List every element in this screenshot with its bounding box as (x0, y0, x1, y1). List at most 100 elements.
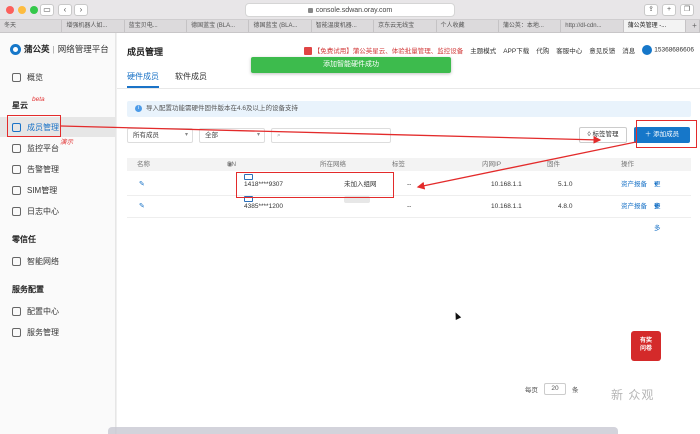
tag-value: -- (407, 181, 412, 188)
brand-subtitle: 网络管理平台 (57, 44, 109, 54)
gift-icon (303, 47, 312, 56)
sidebar-section-service: 服务配置 (12, 285, 44, 294)
watermark: 新 众观 (611, 388, 655, 402)
asset-report-link[interactable]: 资产报备 (621, 174, 647, 196)
edit-icon[interactable]: ✎ (139, 174, 145, 196)
sidebar-item-label: 服务管理 (27, 327, 59, 337)
brand-name: 蒲公英 (24, 44, 50, 54)
forward-icon[interactable]: › (74, 4, 88, 16)
sidebar-item-alerts[interactable]: 告警管理 (0, 159, 116, 179)
sidebar-item-logs[interactable]: 日志中心 (0, 201, 116, 221)
main-content: 成员管理 【免费试用】蒲公英星云、体验批量管理、监控设备 主题模式 APP下载 … (117, 33, 700, 434)
browser-tab[interactable]: 冬天 (0, 20, 63, 32)
sidebar-item-sim[interactable]: SIM管理 (0, 180, 116, 200)
purchase-link[interactable]: 代购 (536, 45, 549, 55)
tabs-divider (117, 88, 700, 89)
table-row: ✎ 1418****9307 未加入组网 -- 10.168.1.1 5.1.0… (127, 174, 691, 210)
tab-hardware-members[interactable]: 硬件成员 (127, 71, 159, 88)
table-row: ✎ 4385****1200 -- 10.168.1.1 4.8.0 资产报备 … (127, 196, 691, 232)
ip-value: 10.168.1.1 (491, 203, 522, 210)
sidebar-item-overview[interactable]: 概览 (0, 67, 116, 87)
annotation-box-members (7, 115, 61, 137)
address-bar[interactable]: console.sdwan.oray.com (245, 3, 455, 17)
address-text: console.sdwan.oray.com (315, 7, 393, 14)
sidebar-toggle-icon[interactable]: ▭ (40, 4, 54, 16)
maximize-window-button[interactable] (30, 6, 38, 14)
sidebar-item-smart-network[interactable]: 智能网络 (0, 251, 116, 271)
sidebar: 蒲公英 | 网络管理平台 概览 星云 beta 成员管理 监控平台 演示 告警管… (0, 33, 116, 434)
page-size-select[interactable]: 20 (544, 383, 566, 395)
tag-management-button[interactable]: ◊ 标签管理 (579, 127, 627, 143)
browser-toolbar: ▭ ‹ › console.sdwan.oray.com ⇪ + ❐ (0, 0, 700, 20)
browser-tab[interactable]: 智能温度机器... (312, 20, 375, 32)
page-size-label: 每页 (525, 387, 538, 394)
col-firmware: 固件 (547, 161, 560, 168)
brand-logo[interactable]: 蒲公英 | 网络管理平台 (10, 43, 109, 55)
support-center-link[interactable]: 客服中心 (556, 45, 582, 55)
member-filter-select[interactable]: 所有成员 ▾ (127, 128, 193, 143)
sim-card-icon (12, 185, 21, 195)
survey-line-2: 问卷 (639, 346, 652, 352)
monitor-icon (12, 143, 21, 153)
annotation-box-add (636, 120, 697, 148)
sidebar-item-label: SIM管理 (27, 185, 58, 195)
eye-icon[interactable]: ◉ (227, 158, 233, 171)
browser-tab[interactable]: 个人收藏 (437, 20, 499, 32)
tab-bar: 冬天 增强机器人如... 蓝宝贝电... 德国蓝宝 (BLA... 德国蓝宝 (… (0, 20, 700, 33)
col-actions: 操作 (621, 161, 634, 168)
sidebar-section-star: 星云 (12, 101, 28, 110)
avatar (642, 45, 653, 56)
browser-tab[interactable]: 增强机器人如... (62, 20, 125, 32)
sidebar-item-label: 监控平台 (27, 143, 59, 153)
sidebar-item-service-management[interactable]: 服务管理 (0, 322, 116, 342)
status-filter-select[interactable]: 全部 ▾ (199, 128, 265, 143)
tag-value: -- (407, 203, 412, 210)
promo-link[interactable]: 【免费试用】蒲公英星云、体验批量管理、监控设备 (303, 45, 463, 56)
sidebar-item-monitor[interactable]: 监控平台 (0, 138, 116, 158)
sidebar-item-label: 智能网络 (27, 256, 59, 266)
new-tab-icon[interactable]: + (662, 4, 676, 16)
browser-actions: ⇪ + ❐ (644, 4, 694, 16)
browser-tab[interactable]: 蓝宝贝电... (125, 20, 188, 32)
browser-tab-active[interactable]: 蒲公英管理 -... (623, 20, 686, 32)
edit-icon[interactable]: ✎ (139, 196, 145, 218)
add-tab-icon[interactable]: + (686, 20, 700, 32)
page-size-unit: 条 (572, 387, 579, 394)
theme-mode-link[interactable]: 主题模式 (470, 45, 496, 55)
search-input[interactable]: ⌕ (271, 128, 391, 143)
close-window-button[interactable] (6, 6, 14, 14)
ip-value: 10.168.1.1 (491, 181, 522, 188)
app-download-link[interactable]: APP下载 (503, 45, 529, 55)
tab-software-members[interactable]: 软件成员 (175, 71, 207, 88)
chevron-down-icon: ▾ (184, 132, 188, 138)
pagination: 每页 20 条 (525, 383, 579, 395)
sidebar-item-label: 配置中心 (27, 306, 59, 316)
browser-tab[interactable]: 京东云无线宝 (374, 20, 437, 32)
messages-link[interactable]: 消息 (622, 45, 635, 55)
sidebar-item-config-center[interactable]: 配置中心 (0, 301, 116, 321)
info-notice: i 导入配置功能需硬件固件版本在4.6及以上的设备支持 (127, 101, 691, 117)
browser-tab[interactable]: 德国蓝宝 (BLA... (187, 20, 250, 32)
survey-float-button[interactable]: 有奖 问卷 (631, 331, 661, 361)
feedback-link[interactable]: 意见反馈 (589, 45, 615, 55)
chevron-down-icon: ▾ (256, 132, 260, 138)
search-icon: ⌕ (277, 132, 281, 139)
share-icon[interactable]: ⇪ (644, 4, 658, 16)
dandelion-logo-icon (10, 43, 21, 55)
user-menu[interactable]: 15368686606 (642, 45, 694, 56)
back-icon[interactable]: ‹ (58, 4, 72, 16)
lock-icon (307, 7, 313, 13)
tag-icon: ◊ (587, 131, 591, 138)
firmware-value: 5.1.0 (558, 181, 573, 188)
asset-report-link[interactable]: 资产报备 (621, 196, 647, 218)
home-icon (12, 72, 21, 82)
browser-tab[interactable]: 蒲公英：本地... (499, 20, 562, 32)
browser-tab[interactable]: http://dl-cdn... (561, 20, 624, 32)
tab-overview-icon[interactable]: ❐ (680, 4, 694, 16)
browser-tab[interactable]: 德国蓝宝 (BLA... (249, 20, 312, 32)
minimize-window-button[interactable] (18, 6, 26, 14)
brand-separator: | (52, 44, 55, 54)
sidebar-item-label: 概览 (27, 72, 43, 82)
window-controls (6, 6, 38, 14)
demo-annotation: 演示 (60, 139, 73, 146)
